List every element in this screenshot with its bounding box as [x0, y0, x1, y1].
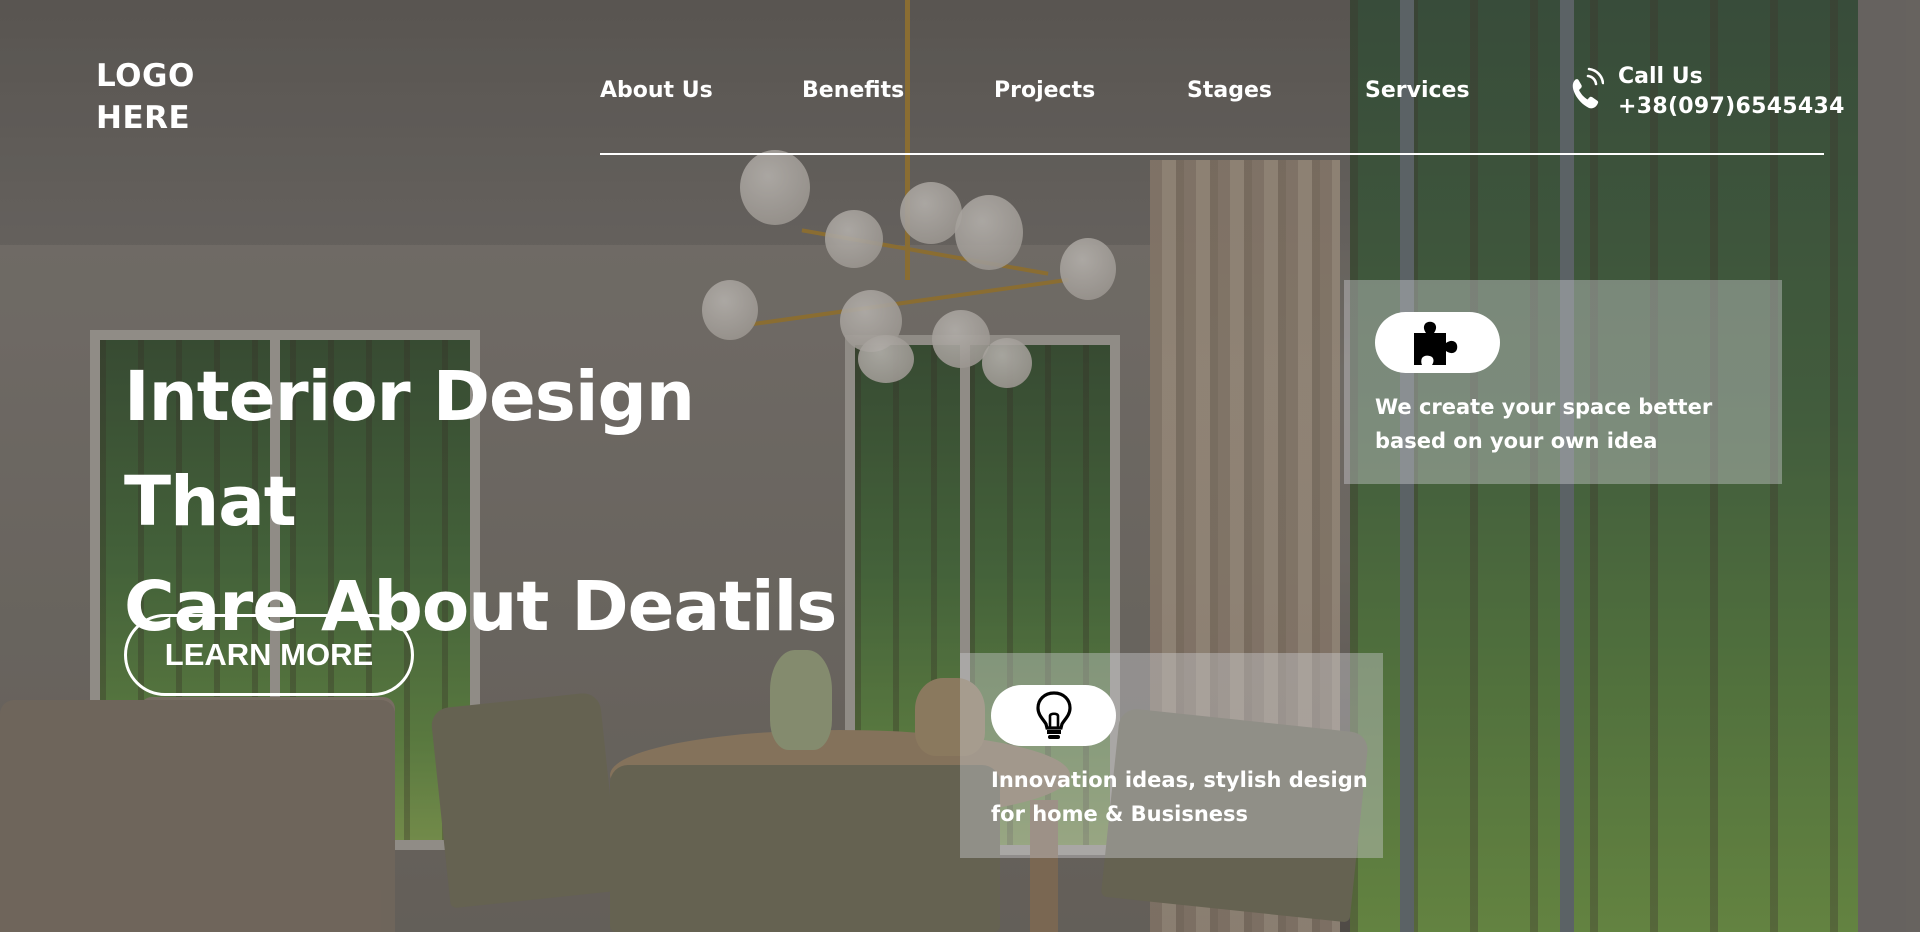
- hero-headline: Interior Design That Care About Deatils: [124, 345, 884, 660]
- hero-section: LOGO HERE About Us Benefits Projects Sta…: [0, 0, 1920, 932]
- logo-line2: HERE: [96, 100, 191, 136]
- nav-item-stages[interactable]: Stages: [1187, 78, 1272, 103]
- nav-item-benefits[interactable]: Benefits: [802, 78, 904, 103]
- card2-line2: for home & Busisness: [991, 802, 1249, 826]
- phone-number-link[interactable]: +38(097)6545434: [1618, 92, 1845, 122]
- learn-more-button[interactable]: LEARN MORE: [124, 614, 414, 696]
- lightbulb-icon-pill: [991, 685, 1116, 746]
- call-us-text: Call Us +38(097)6545434: [1618, 62, 1845, 122]
- puzzle-icon-pill: [1375, 312, 1500, 373]
- puzzle-icon: [1413, 321, 1457, 365]
- headline-line1: Interior Design That: [124, 357, 695, 542]
- feature-card-innovation: Innovation ideas, stylish design for hom…: [960, 653, 1383, 858]
- lightbulb-icon: [1035, 690, 1072, 739]
- nav-item-about-us[interactable]: About Us: [600, 78, 713, 103]
- feature-card-innovation-text: Innovation ideas, stylish design for hom…: [991, 763, 1371, 831]
- phone-icon: [1572, 67, 1604, 109]
- logo[interactable]: LOGO HERE: [96, 55, 195, 139]
- feature-card-space-text: We create your space better based on you…: [1375, 390, 1755, 458]
- nav-divider: [600, 153, 1824, 155]
- nav-item-services[interactable]: Services: [1365, 78, 1470, 103]
- call-us-block[interactable]: Call Us +38(097)6545434: [1568, 62, 1845, 122]
- call-us-title: Call Us: [1618, 64, 1703, 89]
- card1-line2: based on your own idea: [1375, 429, 1658, 453]
- logo-line1: LOGO: [96, 58, 195, 94]
- nav-item-projects[interactable]: Projects: [994, 78, 1095, 103]
- card1-line1: We create your space better: [1375, 395, 1713, 419]
- feature-card-space: We create your space better based on you…: [1344, 280, 1782, 484]
- card2-line1: Innovation ideas, stylish design: [991, 768, 1368, 792]
